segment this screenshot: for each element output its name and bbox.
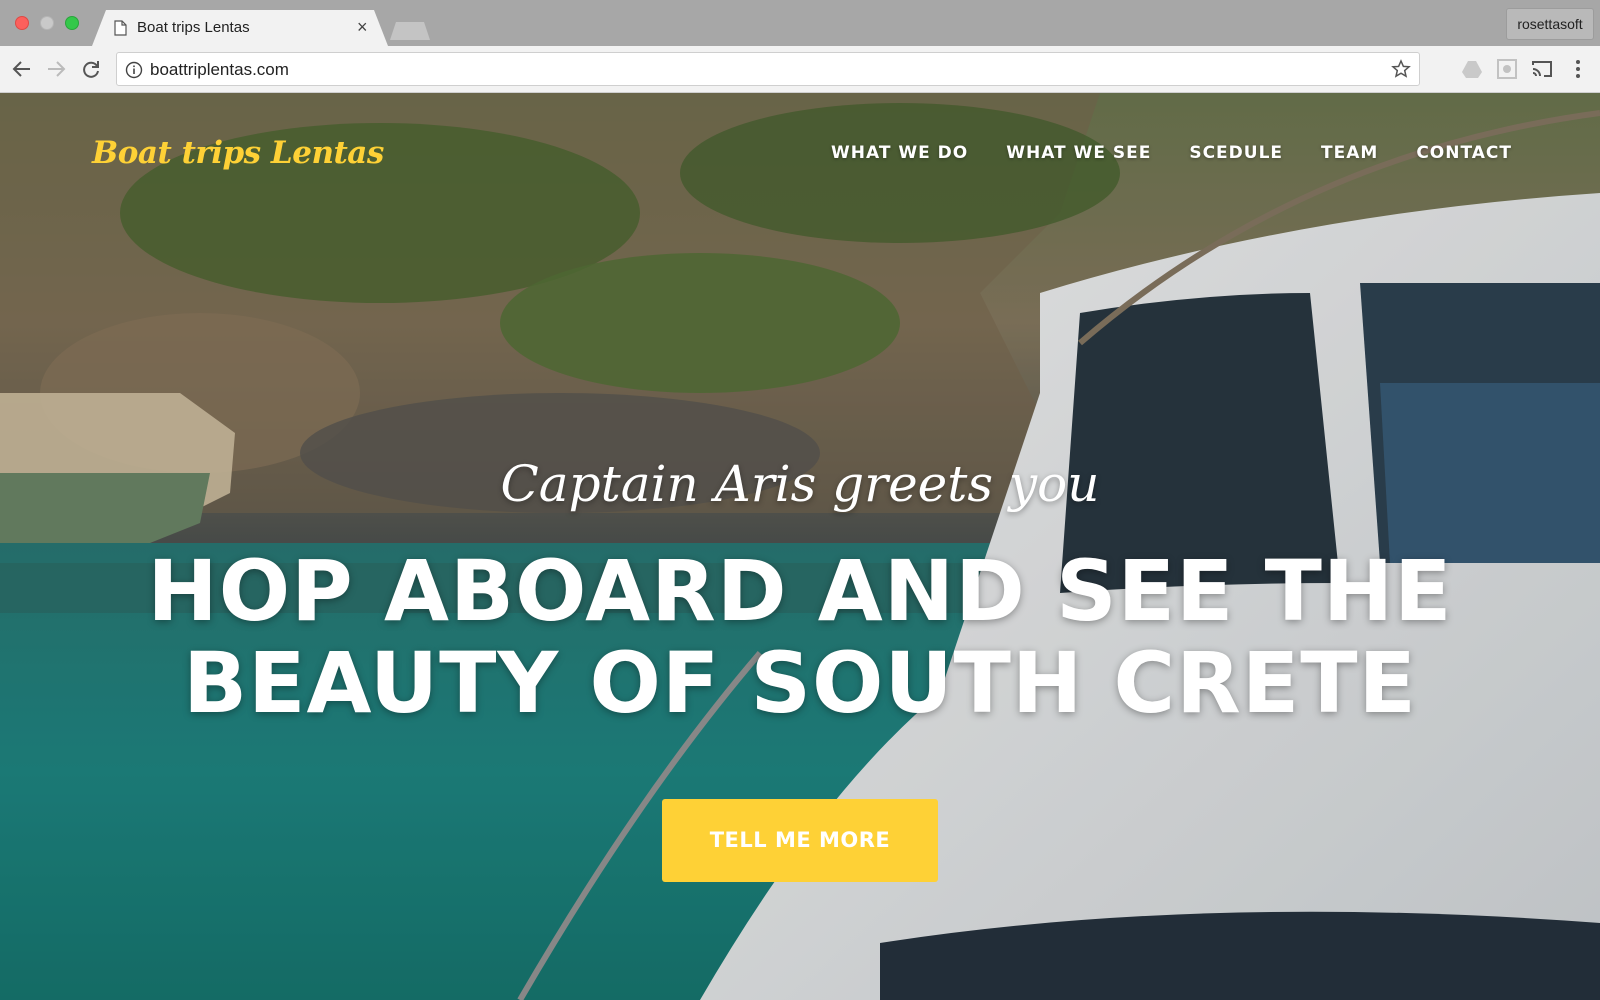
nav-what-we-see[interactable]: WHAT WE SEE <box>1006 143 1151 163</box>
new-tab-button[interactable] <box>390 22 430 40</box>
reload-icon[interactable] <box>80 58 102 80</box>
site-brand[interactable]: Boat trips Lentas <box>92 135 384 171</box>
profile-button[interactable]: rosettasoft <box>1506 8 1594 40</box>
nav-what-we-do[interactable]: WHAT WE DO <box>831 143 968 163</box>
tab-title: Boat trips Lentas <box>137 19 250 36</box>
hero-section: Boat trips Lentas WHAT WE DO WHAT WE SEE… <box>0 93 1600 1000</box>
tab-close-button[interactable]: × <box>357 17 368 38</box>
tell-me-more-button[interactable]: TELL ME MORE <box>662 799 938 882</box>
menu-icon[interactable] <box>1566 57 1590 81</box>
forward-icon[interactable] <box>45 58 67 80</box>
browser-titlebar: Boat trips Lentas × rosettasoft <box>0 0 1600 46</box>
hero-headline: HOP ABOARD AND SEE THE BEAUTY OF SOUTH C… <box>147 542 1453 732</box>
site-nav: WHAT WE DO WHAT WE SEE SCEDULE TEAM CONT… <box>831 143 1512 163</box>
info-icon[interactable] <box>125 61 143 79</box>
browser-tab[interactable]: Boat trips Lentas × <box>92 10 388 46</box>
address-bar[interactable]: boattriplentas.com <box>116 52 1420 86</box>
back-icon[interactable] <box>11 58 33 80</box>
nav-schedule[interactable]: SCEDULE <box>1189 143 1283 163</box>
url-text[interactable]: boattriplentas.com <box>150 60 289 80</box>
nav-contact[interactable]: CONTACT <box>1416 143 1512 163</box>
document-icon <box>114 20 127 36</box>
maximize-window-button[interactable] <box>65 16 79 30</box>
cast-icon[interactable] <box>1530 57 1554 81</box>
browser-toolbar: boattriplentas.com <box>0 46 1600 93</box>
drive-icon[interactable] <box>1460 57 1484 81</box>
extension-icon[interactable] <box>1495 57 1519 81</box>
minimize-window-button[interactable] <box>40 16 54 30</box>
close-window-button[interactable] <box>15 16 29 30</box>
star-icon[interactable] <box>1391 59 1411 79</box>
nav-team[interactable]: TEAM <box>1321 143 1378 163</box>
hero-lead: Captain Aris greets you <box>500 455 1100 513</box>
